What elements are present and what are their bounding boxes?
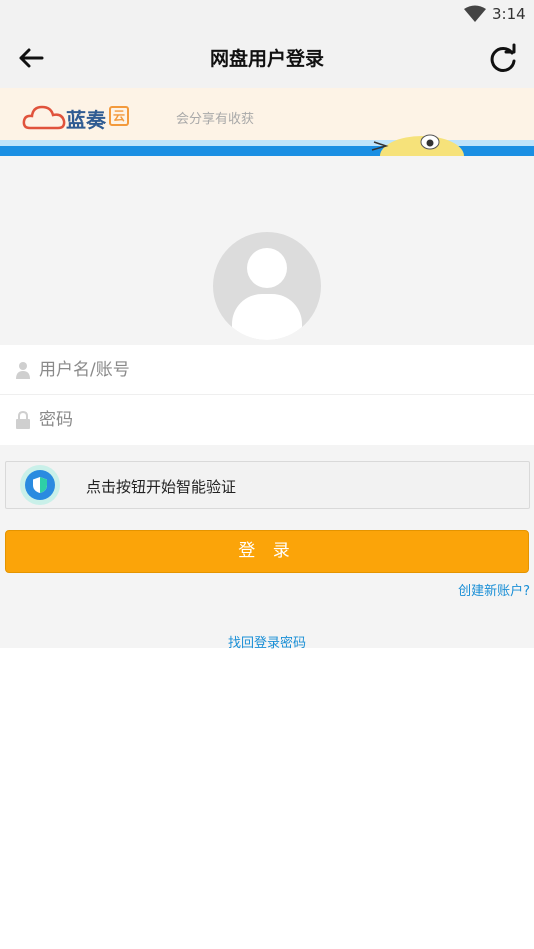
lock-icon <box>16 411 30 429</box>
brand-banner: 蓝奏 云 会分享有收获 <box>0 88 534 156</box>
app-bar: 网盘用户登录 <box>0 28 534 88</box>
login-panel: 点击按钮开始智能验证 登 录 创建新账户? 找回登录密码 <box>0 156 534 651</box>
slogan: 会分享有收获 <box>176 112 255 127</box>
verify-icon-ring <box>20 465 60 505</box>
username-row <box>0 345 534 395</box>
cloud-logo-icon <box>22 105 66 130</box>
username-input[interactable] <box>39 357 509 383</box>
avatar <box>213 232 321 340</box>
login-form <box>0 345 534 445</box>
status-time: 3:14 <box>492 5 526 23</box>
login-button[interactable]: 登 录 <box>5 530 529 573</box>
person-icon <box>16 362 30 379</box>
cartoon-decoration-icon <box>371 134 464 156</box>
status-bar: 3:14 <box>0 0 534 28</box>
wifi-icon <box>464 5 486 22</box>
avatar-body <box>232 294 302 340</box>
avatar-head <box>247 248 287 288</box>
password-input[interactable] <box>39 407 509 433</box>
smart-verify-button[interactable]: 点击按钮开始智能验证 <box>5 461 530 509</box>
password-row <box>0 395 534 445</box>
page-title: 网盘用户登录 <box>209 48 324 70</box>
create-account-link[interactable]: 创建新账户? <box>458 580 530 599</box>
verify-label: 点击按钮开始智能验证 <box>86 478 237 496</box>
logo-badge: 云 <box>109 106 129 126</box>
verify-icon-circle <box>25 470 55 500</box>
logo-text: 蓝奏 <box>66 108 106 132</box>
recover-password-link[interactable]: 找回登录密码 <box>0 632 534 651</box>
shield-icon <box>33 477 47 493</box>
refresh-icon[interactable] <box>487 43 519 75</box>
